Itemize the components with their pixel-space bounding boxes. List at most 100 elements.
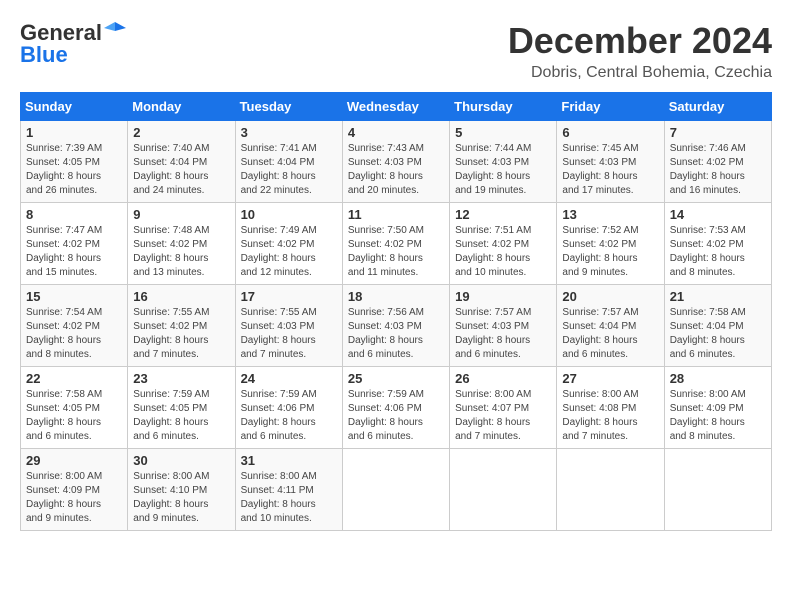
day-info: Sunrise: 7:58 AM Sunset: 4:05 PM Dayligh…: [26, 388, 122, 444]
day-info: Sunrise: 7:40 AM Sunset: 4:04 PM Dayligh…: [133, 142, 229, 198]
day-number: 5: [455, 125, 551, 140]
calendar-cell: 20 Sunrise: 7:57 AM Sunset: 4:04 PM Dayli…: [557, 285, 664, 367]
day-number: 1: [26, 125, 122, 140]
calendar-table: SundayMondayTuesdayWednesdayThursdayFrid…: [20, 92, 772, 531]
logo: General Blue: [20, 20, 126, 68]
day-number: 14: [670, 207, 766, 222]
calendar-cell: 2 Sunrise: 7:40 AM Sunset: 4:04 PM Daylig…: [128, 121, 235, 203]
title-block: December 2024 Dobris, Central Bohemia, C…: [508, 20, 772, 82]
logo-bird-icon: [104, 20, 126, 42]
day-info: Sunrise: 7:41 AM Sunset: 4:04 PM Dayligh…: [241, 142, 337, 198]
day-info: Sunrise: 7:47 AM Sunset: 4:02 PM Dayligh…: [26, 224, 122, 280]
calendar-cell: 1 Sunrise: 7:39 AM Sunset: 4:05 PM Daylig…: [21, 121, 128, 203]
day-number: 28: [670, 371, 766, 386]
day-info: Sunrise: 7:57 AM Sunset: 4:04 PM Dayligh…: [562, 306, 658, 362]
calendar-cell: 5Sunrise: 7:44 AM Sunset: 4:03 PM Daylig…: [450, 121, 557, 203]
day-number: 30: [133, 453, 229, 468]
day-info: Sunrise: 7:43 AM Sunset: 4:03 PM Dayligh…: [348, 142, 444, 198]
calendar-cell: 17 Sunrise: 7:55 AM Sunset: 4:03 PM Dayli…: [235, 285, 342, 367]
calendar-week-1: 1 Sunrise: 7:39 AM Sunset: 4:05 PM Daylig…: [21, 121, 772, 203]
calendar-cell: 24 Sunrise: 7:59 AM Sunset: 4:06 PM Dayli…: [235, 367, 342, 449]
calendar-week-5: 29Sunrise: 8:00 AM Sunset: 4:09 PM Dayli…: [21, 449, 772, 531]
day-number: 8: [26, 207, 122, 222]
day-info: Sunrise: 8:00 AM Sunset: 4:10 PM Dayligh…: [133, 470, 229, 526]
day-info: Sunrise: 7:59 AM Sunset: 4:06 PM Dayligh…: [348, 388, 444, 444]
calendar-cell: [450, 449, 557, 531]
calendar-cell: 16 Sunrise: 7:55 AM Sunset: 4:02 PM Dayli…: [128, 285, 235, 367]
day-number: 16: [133, 289, 229, 304]
day-number: 20: [562, 289, 658, 304]
calendar-cell: 10 Sunrise: 7:49 AM Sunset: 4:02 PM Dayli…: [235, 203, 342, 285]
day-number: 17: [241, 289, 337, 304]
day-number: 10: [241, 207, 337, 222]
day-info: Sunrise: 8:00 AM Sunset: 4:09 PM Dayligh…: [670, 388, 766, 444]
main-title: December 2024: [508, 20, 772, 62]
calendar-week-4: 22 Sunrise: 7:58 AM Sunset: 4:05 PM Dayli…: [21, 367, 772, 449]
day-info: Sunrise: 7:57 AM Sunset: 4:03 PM Dayligh…: [455, 306, 551, 362]
calendar-cell: 11 Sunrise: 7:50 AM Sunset: 4:02 PM Dayli…: [342, 203, 449, 285]
calendar-cell: 31 Sunrise: 8:00 AM Sunset: 4:11 PM Dayli…: [235, 449, 342, 531]
calendar-cell: 29Sunrise: 8:00 AM Sunset: 4:09 PM Dayli…: [21, 449, 128, 531]
day-info: Sunrise: 7:55 AM Sunset: 4:02 PM Dayligh…: [133, 306, 229, 362]
subtitle: Dobris, Central Bohemia, Czechia: [508, 64, 772, 82]
calendar-cell: [557, 449, 664, 531]
day-info: Sunrise: 7:39 AM Sunset: 4:05 PM Dayligh…: [26, 142, 122, 198]
calendar-cell: 18 Sunrise: 7:56 AM Sunset: 4:03 PM Dayli…: [342, 285, 449, 367]
calendar-cell: 26Sunrise: 8:00 AM Sunset: 4:07 PM Dayli…: [450, 367, 557, 449]
calendar-cell: 27 Sunrise: 8:00 AM Sunset: 4:08 PM Dayli…: [557, 367, 664, 449]
day-info: Sunrise: 7:51 AM Sunset: 4:02 PM Dayligh…: [455, 224, 551, 280]
day-number: 22: [26, 371, 122, 386]
day-info: Sunrise: 7:59 AM Sunset: 4:06 PM Dayligh…: [241, 388, 337, 444]
weekday-header-thursday: Thursday: [450, 93, 557, 121]
day-info: Sunrise: 8:00 AM Sunset: 4:09 PM Dayligh…: [26, 470, 122, 526]
day-info: Sunrise: 7:52 AM Sunset: 4:02 PM Dayligh…: [562, 224, 658, 280]
calendar-cell: [664, 449, 771, 531]
day-info: Sunrise: 7:59 AM Sunset: 4:05 PM Dayligh…: [133, 388, 229, 444]
calendar-cell: 7 Sunrise: 7:46 AM Sunset: 4:02 PM Daylig…: [664, 121, 771, 203]
day-info: Sunrise: 7:55 AM Sunset: 4:03 PM Dayligh…: [241, 306, 337, 362]
day-number: 23: [133, 371, 229, 386]
calendar-cell: 15Sunrise: 7:54 AM Sunset: 4:02 PM Dayli…: [21, 285, 128, 367]
calendar-cell: 14 Sunrise: 7:53 AM Sunset: 4:02 PM Dayli…: [664, 203, 771, 285]
day-number: 27: [562, 371, 658, 386]
day-number: 21: [670, 289, 766, 304]
calendar-week-2: 8 Sunrise: 7:47 AM Sunset: 4:02 PM Daylig…: [21, 203, 772, 285]
calendar-cell: 25Sunrise: 7:59 AM Sunset: 4:06 PM Dayli…: [342, 367, 449, 449]
day-number: 24: [241, 371, 337, 386]
day-number: 2: [133, 125, 229, 140]
day-info: Sunrise: 8:00 AM Sunset: 4:07 PM Dayligh…: [455, 388, 551, 444]
day-info: Sunrise: 7:56 AM Sunset: 4:03 PM Dayligh…: [348, 306, 444, 362]
day-info: Sunrise: 7:50 AM Sunset: 4:02 PM Dayligh…: [348, 224, 444, 280]
calendar-cell: 8 Sunrise: 7:47 AM Sunset: 4:02 PM Daylig…: [21, 203, 128, 285]
calendar-cell: 9Sunrise: 7:48 AM Sunset: 4:02 PM Daylig…: [128, 203, 235, 285]
day-number: 15: [26, 289, 122, 304]
day-info: Sunrise: 7:46 AM Sunset: 4:02 PM Dayligh…: [670, 142, 766, 198]
weekday-header-wednesday: Wednesday: [342, 93, 449, 121]
day-info: Sunrise: 8:00 AM Sunset: 4:08 PM Dayligh…: [562, 388, 658, 444]
day-number: 13: [562, 207, 658, 222]
day-number: 7: [670, 125, 766, 140]
day-number: 18: [348, 289, 444, 304]
calendar-cell: 3Sunrise: 7:41 AM Sunset: 4:04 PM Daylig…: [235, 121, 342, 203]
calendar-week-3: 15Sunrise: 7:54 AM Sunset: 4:02 PM Dayli…: [21, 285, 772, 367]
calendar-cell: 4 Sunrise: 7:43 AM Sunset: 4:03 PM Daylig…: [342, 121, 449, 203]
day-info: Sunrise: 7:48 AM Sunset: 4:02 PM Dayligh…: [133, 224, 229, 280]
calendar-cell: 12 Sunrise: 7:51 AM Sunset: 4:02 PM Dayli…: [450, 203, 557, 285]
day-number: 19: [455, 289, 551, 304]
day-info: Sunrise: 8:00 AM Sunset: 4:11 PM Dayligh…: [241, 470, 337, 526]
day-info: Sunrise: 7:53 AM Sunset: 4:02 PM Dayligh…: [670, 224, 766, 280]
day-info: Sunrise: 7:49 AM Sunset: 4:02 PM Dayligh…: [241, 224, 337, 280]
calendar-cell: 23 Sunrise: 7:59 AM Sunset: 4:05 PM Dayli…: [128, 367, 235, 449]
weekday-header-tuesday: Tuesday: [235, 93, 342, 121]
calendar-cell: 22 Sunrise: 7:58 AM Sunset: 4:05 PM Dayli…: [21, 367, 128, 449]
logo-text-blue: Blue: [20, 42, 68, 68]
day-number: 31: [241, 453, 337, 468]
day-number: 11: [348, 207, 444, 222]
calendar-cell: 13 Sunrise: 7:52 AM Sunset: 4:02 PM Dayli…: [557, 203, 664, 285]
day-number: 4: [348, 125, 444, 140]
day-info: Sunrise: 7:58 AM Sunset: 4:04 PM Dayligh…: [670, 306, 766, 362]
day-number: 6: [562, 125, 658, 140]
calendar-cell: [342, 449, 449, 531]
day-number: 12: [455, 207, 551, 222]
calendar-cell: 28 Sunrise: 8:00 AM Sunset: 4:09 PM Dayli…: [664, 367, 771, 449]
